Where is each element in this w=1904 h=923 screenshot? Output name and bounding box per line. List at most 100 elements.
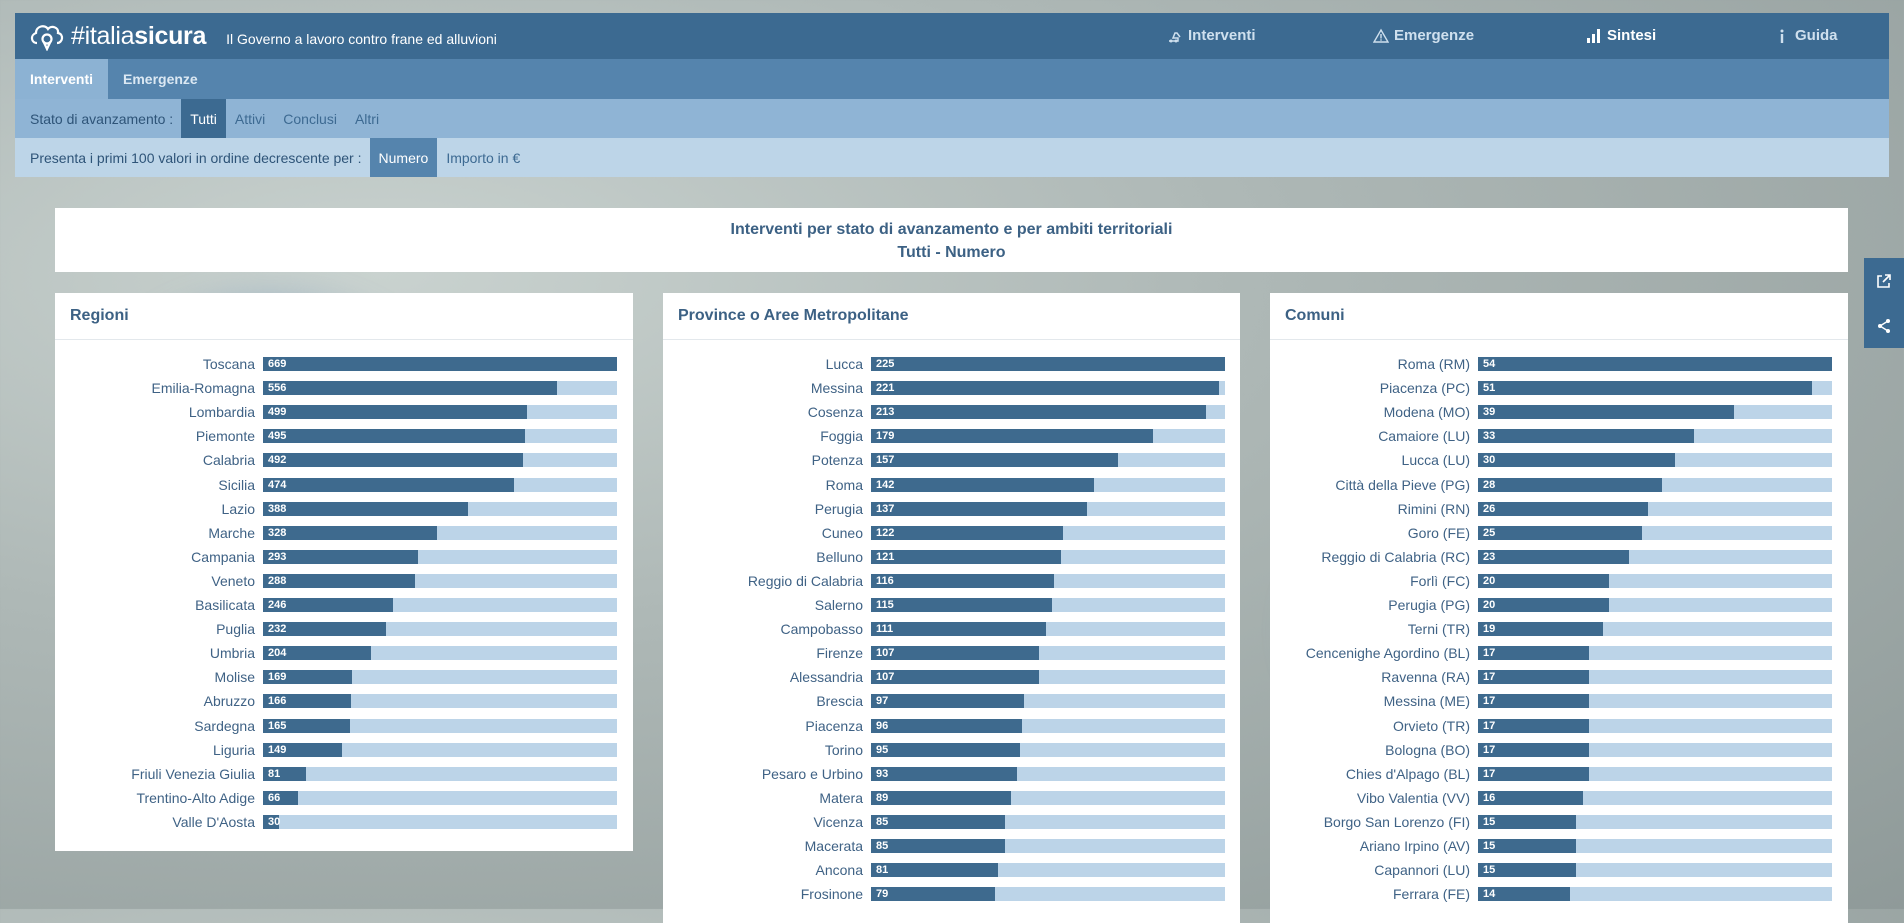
bar-row[interactable]: Reggio di Calabria 116 (663, 569, 1240, 593)
bar-row[interactable]: Borgo San Lorenzo (FI) 15 (1270, 810, 1848, 834)
bar-row[interactable]: Foggia 179 (663, 424, 1240, 448)
bar-track: 20 (1478, 573, 1832, 588)
bar-row[interactable]: Roma (RM) 54 (1270, 352, 1848, 376)
bar-fill (871, 839, 1005, 853)
bar-row[interactable]: Perugia (PG) 20 (1270, 593, 1848, 617)
bar-row[interactable]: Forlì (FC) 20 (1270, 569, 1848, 593)
bar-row[interactable]: Orvieto (TR) 17 (1270, 714, 1848, 738)
share-button[interactable] (1864, 303, 1904, 348)
open-external-button[interactable] (1864, 258, 1904, 303)
bar-row[interactable]: Vicenza 85 (663, 810, 1240, 834)
bar-row[interactable]: Capannori (LU) 15 (1270, 858, 1848, 882)
bar-value: 33 (1483, 430, 1496, 443)
bar-row[interactable]: Firenze 107 (663, 641, 1240, 665)
bar-row[interactable]: Cencenighe Agordino (BL) 17 (1270, 641, 1848, 665)
bar-value: 225 (876, 358, 895, 370)
bar-row[interactable]: Salerno 115 (663, 593, 1240, 617)
bar-row[interactable]: Ancona 81 (663, 858, 1240, 882)
bar-row[interactable]: Lucca (LU) 30 (1270, 448, 1848, 472)
nav-emergenze[interactable]: Emergenze (1373, 27, 1474, 44)
bar-fill (1478, 549, 1629, 564)
bar-row[interactable]: Marche 328 (55, 521, 633, 545)
bar-row[interactable]: Matera 89 (663, 786, 1240, 810)
bar-row[interactable]: Emilia-Romagna 556 (55, 376, 633, 400)
sort-numero[interactable]: Numero (369, 138, 438, 177)
bar-row[interactable]: Liguria 149 (55, 738, 633, 762)
logo[interactable]: #italiasicura (29, 21, 206, 51)
bar-row[interactable]: Chies d'Alpago (BL) 17 (1270, 762, 1848, 786)
bar-row[interactable]: Ariano Irpino (AV) 15 (1270, 834, 1848, 858)
bar-row[interactable]: Campania 293 (55, 545, 633, 569)
bar-row[interactable]: Campobasso 111 (663, 617, 1240, 641)
nav-sintesi[interactable]: Sintesi (1586, 27, 1656, 44)
bar-row[interactable]: Brescia 97 (663, 689, 1240, 713)
bar-row[interactable]: Modena (MO) 39 (1270, 400, 1848, 424)
bar-track: 328 (263, 525, 617, 540)
bar-row[interactable]: Messina (ME) 17 (1270, 689, 1848, 713)
bar-label: Piemonte (195, 428, 255, 445)
bar-row[interactable]: Ravenna (RA) 17 (1270, 665, 1848, 689)
bar-row[interactable]: Bologna (BO) 17 (1270, 738, 1848, 762)
bar-row[interactable]: Messina 221 (663, 376, 1240, 400)
bar-row[interactable]: Pesaro e Urbino 93 (663, 762, 1240, 786)
bar-row[interactable]: Puglia 232 (55, 617, 633, 641)
nav-guida[interactable]: Guida (1774, 27, 1838, 44)
bar-value: 556 (268, 382, 287, 395)
bar-row[interactable]: Frosinone 79 (663, 882, 1240, 906)
bar-row[interactable]: Lucca 225 (663, 352, 1240, 376)
bar-row[interactable]: Città della Pieve (PG) 28 (1270, 473, 1848, 497)
bar-row[interactable]: Terni (TR) 19 (1270, 617, 1848, 641)
bar-row[interactable]: Abruzzo 166 (55, 689, 633, 713)
bar-row[interactable]: Potenza 157 (663, 448, 1240, 472)
bar-fill (263, 501, 469, 516)
bar-row[interactable]: Trentino-Alto Adige 66 (55, 786, 633, 810)
bar-row[interactable]: Reggio di Calabria (RC) 23 (1270, 545, 1848, 569)
bar-row[interactable]: Toscana 669 (55, 352, 633, 376)
sort-importo[interactable]: Importo in € (437, 138, 529, 177)
bar-row[interactable]: Alessandria 107 (663, 665, 1240, 689)
nav-interventi[interactable]: Interventi (1167, 27, 1256, 44)
bar-row[interactable]: Veneto 288 (55, 569, 633, 593)
tab-interventi[interactable]: Interventi (15, 59, 109, 99)
bar-fill (1478, 477, 1662, 492)
bar-track: 221 (871, 381, 1225, 396)
bar-row[interactable]: Calabria 492 (55, 448, 633, 472)
bar-row[interactable]: Macerata 85 (663, 834, 1240, 858)
bar-row[interactable]: Belluno 121 (663, 545, 1240, 569)
bar-label: Vibo Valentia (VV) (1356, 789, 1470, 806)
bar-value: 157 (876, 454, 895, 467)
bar-row[interactable]: Rimini (RN) 26 (1270, 497, 1848, 521)
filter-attivi[interactable]: Attivi (226, 99, 274, 138)
bar-row[interactable]: Piacenza (PC) 51 (1270, 376, 1848, 400)
filter-conclusi[interactable]: Conclusi (274, 99, 346, 138)
bar-row[interactable]: Molise 169 (55, 665, 633, 689)
bar-row[interactable]: Torino 95 (663, 738, 1240, 762)
bar-label: Città della Pieve (PG) (1335, 476, 1470, 493)
bar-row[interactable]: Friuli Venezia Giulia 81 (55, 762, 633, 786)
bar-fill (1478, 501, 1649, 516)
bar-row[interactable]: Vibo Valentia (VV) 16 (1270, 786, 1848, 810)
bar-row[interactable]: Goro (FE) 25 (1270, 521, 1848, 545)
bar-row[interactable]: Cosenza 213 (663, 400, 1240, 424)
bar-row[interactable]: Sardegna 165 (55, 714, 633, 738)
bar-row[interactable]: Lazio 388 (55, 497, 633, 521)
filter-tutti[interactable]: Tutti (181, 99, 226, 138)
bar-row[interactable]: Basilicata 246 (55, 593, 633, 617)
bar-label: Alessandria (789, 669, 863, 686)
filter-altri[interactable]: Altri (346, 99, 388, 138)
bar-row[interactable]: Piemonte 495 (55, 424, 633, 448)
bar-row[interactable]: Camaiore (LU) 33 (1270, 424, 1848, 448)
bar-row[interactable]: Piacenza 96 (663, 714, 1240, 738)
bar-row[interactable]: Ferrara (FE) 14 (1270, 882, 1848, 906)
bar-value: 669 (268, 358, 287, 370)
bar-row[interactable]: Perugia 137 (663, 497, 1240, 521)
bar-row[interactable]: Sicilia 474 (55, 473, 633, 497)
bar-row[interactable]: Umbria 204 (55, 641, 633, 665)
bar-row[interactable]: Roma 142 (663, 473, 1240, 497)
bar-row[interactable]: Lombardia 499 (55, 400, 633, 424)
bar-row[interactable]: Cuneo 122 (663, 521, 1240, 545)
bar-row[interactable]: Valle D'Aosta 30 (55, 810, 633, 834)
bar-label: Perugia (814, 500, 863, 517)
tab-emergenze[interactable]: Emergenze (108, 59, 213, 99)
bar-value: 204 (268, 647, 287, 660)
